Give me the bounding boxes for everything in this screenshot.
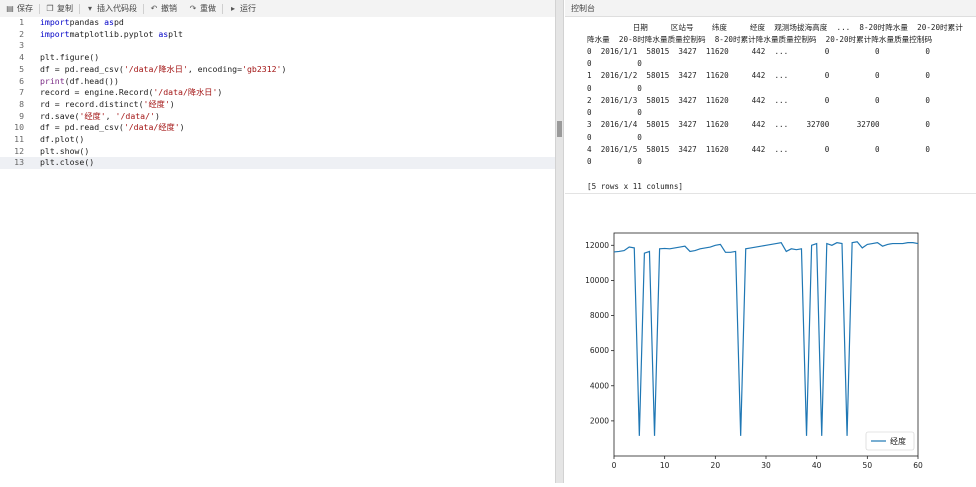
line-number: 2 — [19, 28, 24, 39]
plot-figure: 0 10 20 30 40 50 60 2000 4000 6000 8000 10000 12000 经… — [565, 194, 976, 483]
code-line[interactable]: 5 df = pd.read_csv('/data/降水日', encoding=… — [0, 64, 555, 76]
code-text: plt.show() — [40, 145, 90, 156]
code-text: plt.close() — [40, 157, 95, 168]
line-chart: 0 10 20 30 40 50 60 2000 4000 6000 8000 10000 12000 经… — [585, 232, 923, 470]
line-number: 8 — [19, 98, 24, 109]
y-tick-label: 8000 — [590, 311, 609, 320]
code-text: record = engine.Record('/data/降水日') — [40, 87, 223, 98]
x-tick-label: 20 — [711, 461, 721, 470]
insert-snippet-button[interactable]: ▾ 插入代码段 — [80, 0, 143, 17]
redo-button[interactable]: ↷ 重做 — [183, 0, 222, 17]
legend-label: 经度 — [890, 436, 906, 446]
undo-icon: ↶ — [150, 4, 158, 13]
line-number: 3 — [19, 40, 24, 51]
code-text: df.plot() — [40, 134, 85, 144]
console-title: 控制台 — [565, 0, 976, 17]
code-text: importmatplotlib.pyplot asplt — [40, 28, 183, 39]
code-text: importpandas aspd — [40, 17, 124, 27]
code-line[interactable]: 10 df = pd.read_csv('/data/经度') — [0, 122, 555, 134]
line-number: 4 — [19, 52, 24, 63]
code-text: plt.figure() — [40, 52, 100, 63]
y-tick-label: 6000 — [590, 346, 609, 355]
caret-down-icon: ▾ — [87, 4, 92, 13]
run-button[interactable]: ▸ 运行 — [223, 0, 262, 17]
line-number: 7 — [19, 87, 24, 98]
code-text: df = pd.read_csv('/data/经度') — [40, 122, 185, 133]
console-line: 0 0 — [587, 132, 642, 142]
code-line[interactable]: 1 importpandas aspd — [0, 17, 555, 29]
console-line: 降水量 20-8时降水量质量控制码 8-20时累计降水量质量控制码 20-20时… — [587, 35, 933, 45]
code-text: rd = record.distinct('经度') — [40, 98, 175, 109]
line-number: 13 — [14, 157, 24, 168]
copy-button[interactable]: ❐ 复制 — [40, 0, 79, 17]
console-line: 4 2016/1/5 58015 3427 11620 442 ... 0 0 … — [587, 145, 930, 154]
line-number: 9 — [19, 110, 24, 121]
x-tick-label: 30 — [761, 461, 771, 470]
x-tick-label: 50 — [863, 461, 873, 470]
code-editor[interactable]: 1 importpandas aspd 2 importmatplotlib.pypl… — [0, 17, 555, 483]
line-number: 1 — [19, 17, 24, 27]
code-text: rd.save('经度', '/data/') — [40, 110, 160, 121]
line-number: 10 — [14, 122, 24, 133]
line-number: 11 — [14, 134, 24, 144]
console-line: 0 0 — [587, 157, 642, 167]
scrollbar-thumb[interactable] — [557, 121, 562, 137]
y-tick-label: 2000 — [590, 416, 609, 425]
x-tick-label: 10 — [660, 461, 670, 470]
code-line[interactable]: 12 plt.show() — [0, 146, 555, 158]
line-number: 6 — [19, 75, 24, 86]
line-number: 12 — [14, 145, 24, 156]
pane-splitter[interactable] — [555, 0, 564, 483]
y-tick-label: 4000 — [590, 381, 609, 390]
console-line: 0 0 — [587, 83, 642, 93]
line-number: 5 — [19, 63, 24, 74]
code-line[interactable]: 6 print(df.head()) — [0, 76, 555, 88]
console-line: 3 2016/1/4 58015 3427 11620 442 ... 3270… — [587, 120, 930, 130]
code-line[interactable]: 11 df.plot() — [0, 134, 555, 146]
x-tick-label: 40 — [812, 461, 822, 470]
code-line[interactable]: 8 rd = record.distinct('经度') — [0, 99, 555, 111]
x-tick-label: 60 — [913, 461, 923, 470]
console-line: 2 2016/1/3 58015 3427 11620 442 ... 0 0 … — [587, 95, 930, 105]
code-text: df = pd.read_csv('/data/降水日', encoding='… — [40, 63, 287, 74]
copy-icon: ❐ — [46, 4, 54, 13]
code-line[interactable]: 3 — [0, 40, 555, 52]
code-line[interactable]: 13 plt.close() — [0, 157, 555, 170]
editor-toolbar: ▤ 保存 ❐ 复制 ▾ 插入代码段 ↶ 撤销 ↷ 重做 ▸ 运行 — [0, 0, 555, 18]
console-line: [5 rows x 11 columns] — [587, 181, 684, 191]
console-line: 日期 区站号 纬度 经度 观测场拔海高度 ... 8-20时降水量 20-20时… — [587, 23, 963, 32]
code-line[interactable]: 4 plt.figure() — [0, 52, 555, 64]
console-line: 0 0 — [587, 58, 642, 68]
code-text: print(df.head()) — [40, 75, 119, 86]
redo-icon: ↷ — [189, 4, 197, 13]
y-tick-label: 12000 — [585, 241, 609, 250]
code-line[interactable]: 9 rd.save('经度', '/data/') — [0, 111, 555, 123]
console-line: 1 2016/1/2 58015 3427 11620 442 ... 0 0 … — [587, 71, 930, 81]
code-line[interactable]: 7 record = engine.Record('/data/降水日') — [0, 87, 555, 99]
console-line: 0 2016/1/1 58015 3427 11620 442 ... 0 0 … — [587, 46, 930, 56]
save-button[interactable]: ▤ 保存 — [0, 0, 39, 17]
undo-button[interactable]: ↶ 撤销 — [144, 0, 183, 17]
console-line: 0 0 — [587, 108, 642, 118]
x-tick-label: 0 — [612, 461, 617, 470]
console-output: 日期 区站号 纬度 经度 观测场拔海高度 ... 8-20时降水量 20-20时… — [565, 17, 976, 193]
code-line[interactable]: 2 importmatplotlib.pyplot asplt — [0, 29, 555, 41]
save-icon: ▤ — [6, 4, 14, 13]
y-tick-label: 10000 — [585, 276, 609, 285]
play-icon: ▸ — [230, 4, 235, 13]
